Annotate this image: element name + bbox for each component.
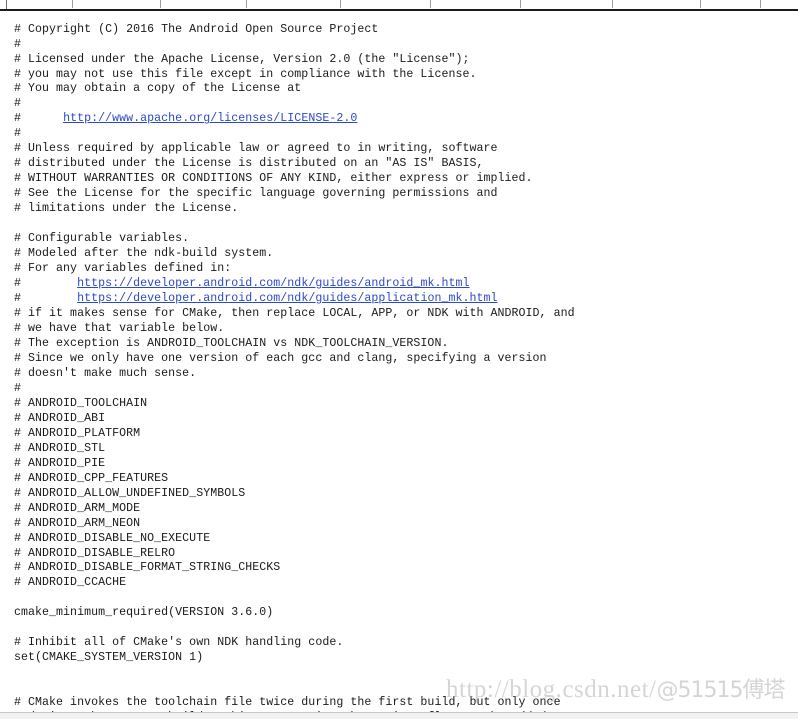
code-line: # ANDROID_ALLOW_UNDEFINED_SYMBOLS: [14, 486, 246, 500]
code-line: # Since we only have one version of each…: [14, 351, 547, 365]
toolbar-bottom-rule: [0, 9, 798, 11]
code-line: # ANDROID_CCACHE: [14, 576, 127, 590]
code-line: # ANDROID_CPP_FEATURES: [14, 471, 169, 485]
code-line: #: [14, 381, 22, 395]
code-line: # ANDROID_PIE: [14, 456, 106, 470]
code-line: # limitations under the License.: [14, 202, 239, 216]
code-line: # See the License for the specific langu…: [14, 187, 498, 201]
code-line: # Modeled after the ndk-build system.: [14, 247, 274, 261]
code-line: # you may not use this file except in co…: [14, 67, 477, 81]
code-line: # WITHOUT WARRANTIES OR CONDITIONS OF AN…: [14, 172, 533, 186]
toolbar-separator: [246, 0, 247, 8]
code-line: set(CMAKE_SYSTEM_VERSION 1): [14, 651, 204, 665]
viewport-bottom-strip: [0, 713, 798, 719]
code-line: # You may obtain a copy of the License a…: [14, 82, 302, 96]
code-line: # http://www.apache.org/licenses/LICENSE…: [14, 112, 798, 127]
code-line: # doesn't make much sense.: [14, 366, 197, 380]
toolbar-separator: [160, 0, 161, 8]
code-line: # ANDROID_ABI: [14, 411, 106, 425]
code-line: # Copyright (C) 2016 The Android Open So…: [14, 22, 379, 36]
code-line: # Licensed under the Apache License, Ver…: [14, 52, 470, 66]
code-line: # https://developer.android.com/ndk/guid…: [14, 277, 798, 292]
code-line: # ANDROID_DISABLE_FORMAT_STRING_CHECKS: [14, 561, 281, 575]
code-line: # CMake invokes the toolchain file twice…: [14, 696, 561, 710]
code-line: # distributed under the License is distr…: [14, 157, 484, 171]
code-line: # we have that variable below.: [14, 321, 225, 335]
toolbar-separator: [760, 0, 761, 8]
code-line: # ANDROID_ARM_NEON: [14, 516, 141, 530]
toolbar-separator: [612, 0, 613, 8]
code-line: #: [14, 37, 22, 51]
toolbar-separator: [72, 0, 73, 8]
toolbar-separator: [430, 0, 431, 8]
code-viewer-window: ▾▾▾▾▾▾▾▾▾▾▾ # Copyright (C) 2016 The And…: [0, 0, 798, 719]
toolbar-separator: [340, 0, 341, 8]
code-line: # ANDROID_DISABLE_NO_EXECUTE: [14, 531, 211, 545]
code-line: cmake_minimum_required(VERSION 3.6.0): [14, 606, 274, 620]
code-line-prefix: #: [14, 112, 64, 126]
code-line: #: [14, 127, 22, 141]
code-line: # ANDROID_STL: [14, 441, 106, 455]
code-hyperlink[interactable]: https://developer.android.com/ndk/guides…: [77, 292, 497, 305]
code-line: # The exception is ANDROID_TOOLCHAIN vs …: [14, 336, 449, 350]
code-line: # ANDROID_ARM_MODE: [14, 501, 141, 515]
code-line: # Configurable variables.: [14, 232, 190, 246]
code-line: # https://developer.android.com/ndk/guid…: [14, 292, 798, 307]
code-line: #: [14, 97, 22, 111]
code-line: # For any variables defined in:: [14, 262, 232, 276]
code-line: # ANDROID_PLATFORM: [14, 426, 141, 440]
code-line: # if it makes sense for CMake, then repl…: [14, 307, 575, 320]
code-line: # ANDROID_DISABLE_RELRO: [14, 546, 176, 560]
code-line: # Unless required by applicable law or a…: [14, 142, 498, 156]
toolbar-strip-cropped[interactable]: ▾▾▾▾▾▾▾▾▾▾▾: [0, 0, 798, 9]
code-line: # Inhibit all of CMake's own NDK handlin…: [14, 636, 344, 650]
source-code-text[interactable]: # Copyright (C) 2016 The Android Open So…: [0, 23, 798, 719]
code-line-prefix: #: [14, 292, 78, 306]
code-line-prefix: #: [14, 277, 78, 291]
toolbar-separator: [520, 0, 521, 8]
code-hyperlink[interactable]: http://www.apache.org/licenses/LICENSE-2…: [63, 112, 357, 125]
code-line: # ANDROID_TOOLCHAIN: [14, 396, 148, 410]
code-hyperlink[interactable]: https://developer.android.com/ndk/guides…: [77, 277, 469, 290]
toolbar-separator: [700, 0, 701, 8]
